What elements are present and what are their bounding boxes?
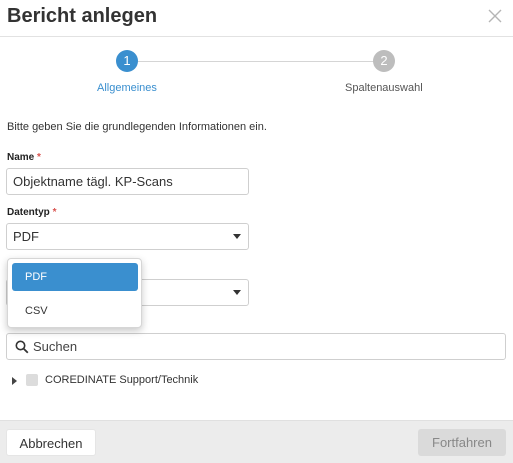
report-dialog: Bericht anlegen 1 2 Allgemeines Spaltena… — [0, 0, 513, 463]
expand-arrow-icon[interactable] — [12, 377, 17, 385]
name-input[interactable]: Objektname tägl. KP-Scans — [6, 168, 249, 195]
cancel-button[interactable]: Abbrechen — [6, 429, 96, 456]
datatype-label-text: Datentyp — [7, 207, 50, 218]
datatype-label: Datentyp * — [7, 207, 56, 218]
step-1-circle[interactable]: 1 — [116, 50, 138, 72]
dialog-footer: Abbrechen Fortfahren — [0, 420, 513, 463]
name-label-text: Name — [7, 152, 35, 163]
search-placeholder: Suchen — [33, 339, 78, 354]
chevron-down-icon — [233, 234, 241, 239]
step-2-label: Spaltenauswahl — [345, 82, 423, 94]
search-input[interactable]: Suchen — [6, 333, 506, 360]
intro-text: Bitte geben Sie die grundlegenden Inform… — [7, 121, 267, 133]
stepper-line — [137, 61, 374, 62]
name-required-marker: * — [37, 152, 41, 163]
name-label: Name * — [7, 152, 41, 163]
tree-item-label: COREDINATE Support/Technik — [45, 374, 199, 386]
step-2-circle[interactable]: 2 — [373, 50, 395, 72]
datatype-selected-value: PDF — [13, 229, 39, 244]
dropdown-option-pdf[interactable]: PDF — [12, 263, 138, 291]
search-icon — [15, 340, 29, 359]
dialog-title: Bericht anlegen — [7, 5, 158, 27]
close-icon[interactable] — [487, 8, 503, 24]
dropdown-option-csv[interactable]: CSV — [12, 297, 138, 325]
dialog-header: Bericht anlegen — [0, 0, 513, 37]
step-1-label: Allgemeines — [97, 82, 157, 94]
tree-item-checkbox[interactable] — [26, 374, 38, 386]
datatype-required-marker: * — [52, 207, 57, 218]
datatype-select[interactable]: PDF — [6, 223, 249, 250]
chevron-down-icon — [233, 290, 241, 295]
datatype-dropdown-menu: PDF CSV — [7, 258, 142, 328]
continue-button[interactable]: Fortfahren — [418, 429, 506, 456]
